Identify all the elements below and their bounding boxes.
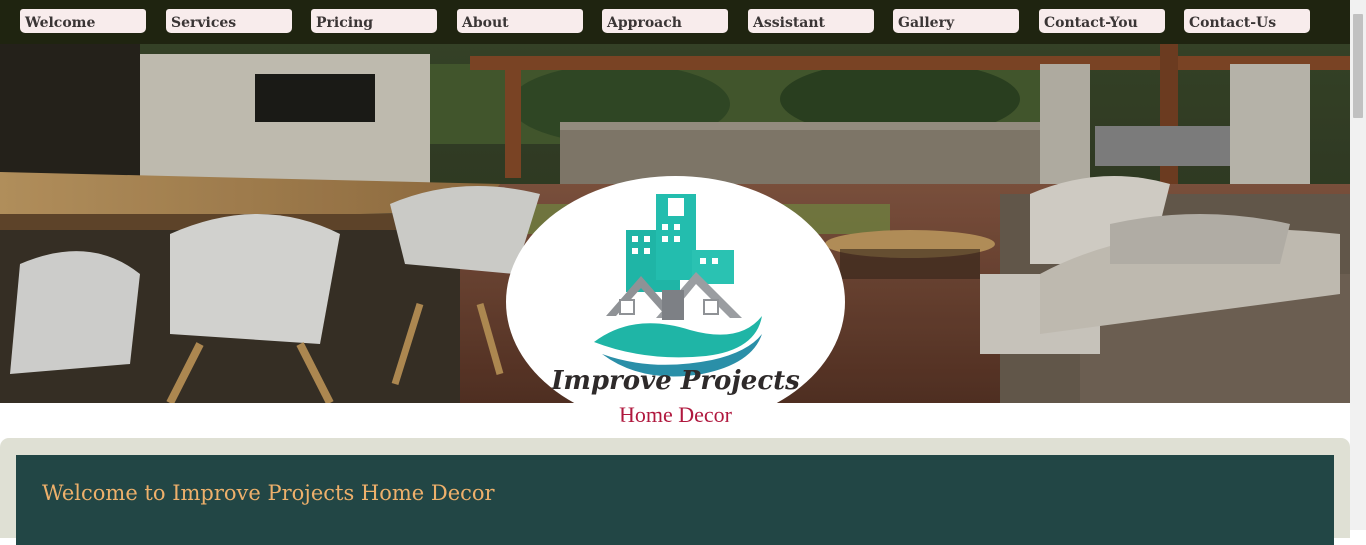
scrollbar-thumb[interactable] [1353,14,1363,118]
nav-gallery-button[interactable]: Gallery [893,9,1019,33]
nav-welcome-button[interactable]: Welcome [20,9,146,33]
nav-contact-you-button[interactable]: Contact-You [1039,9,1165,33]
logo-subtitle: Home Decor [618,402,732,427]
nav-pricing-button[interactable]: Pricing [311,9,437,33]
page-scrollbar[interactable] [1350,0,1366,530]
welcome-heading: Welcome to Improve Projects Home Decor [42,481,495,505]
nav-contact-us-button[interactable]: Contact-Us [1184,9,1310,33]
welcome-section: Welcome to Improve Projects Home Decor [16,455,1334,545]
nav-assistant-button[interactable]: Assistant [748,9,874,33]
nav-approach-button[interactable]: Approach [602,9,728,33]
top-nav-bar: Welcome Services Pricing About Approach … [0,0,1350,44]
nav-about-button[interactable]: About [457,9,583,33]
nav-services-button[interactable]: Services [166,9,292,33]
logo-title: Improve Projects [551,366,800,396]
site-logo[interactable]: Improve Projects Home Decor [506,176,845,428]
